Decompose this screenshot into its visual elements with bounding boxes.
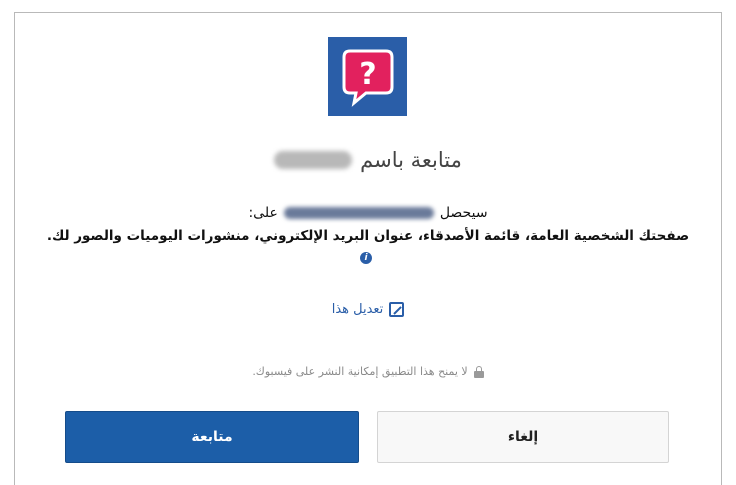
speech-bubble-question-icon: ? — [342, 49, 393, 107]
permissions-suffix: على: — [248, 205, 278, 221]
cancel-button[interactable]: إلغاء — [377, 411, 669, 463]
edit-label: تعديل هذا — [331, 302, 384, 317]
info-icon[interactable]: i — [360, 252, 372, 264]
redacted-user-name — [274, 151, 353, 169]
logo-glyph: ? — [359, 57, 376, 92]
dialog-title: متابعة باسم — [15, 148, 721, 172]
edit-permissions-link[interactable]: تعديل هذا — [15, 302, 721, 317]
permission-dialog: ? متابعة باسم سيحصل على: صفحتك الشخصية ا… — [14, 12, 722, 485]
permissions-summary: سيحصل على: صفحتك الشخصية العامة، قائمة ا… — [43, 203, 693, 269]
title-prefix: متابعة باسم — [360, 148, 462, 172]
redacted-app-name — [283, 207, 434, 219]
permissions-details-text: صفحتك الشخصية العامة، قائمة الأصدقاء، عن… — [46, 228, 690, 244]
notice-text: لا يمنح هذا التطبيق إمكانية النشر على في… — [252, 365, 468, 378]
continue-button[interactable]: متابعة — [65, 411, 359, 463]
app-logo: ? — [328, 37, 407, 116]
permissions-details: صفحتك الشخصية العامة، قائمة الأصدقاء، عن… — [43, 225, 693, 269]
permissions-prefix: سيحصل — [439, 205, 488, 221]
permissions-line: سيحصل على: — [43, 203, 693, 223]
edit-icon — [389, 302, 405, 317]
lock-icon — [473, 365, 484, 378]
posting-notice: لا يمنح هذا التطبيق إمكانية النشر على في… — [15, 365, 721, 378]
